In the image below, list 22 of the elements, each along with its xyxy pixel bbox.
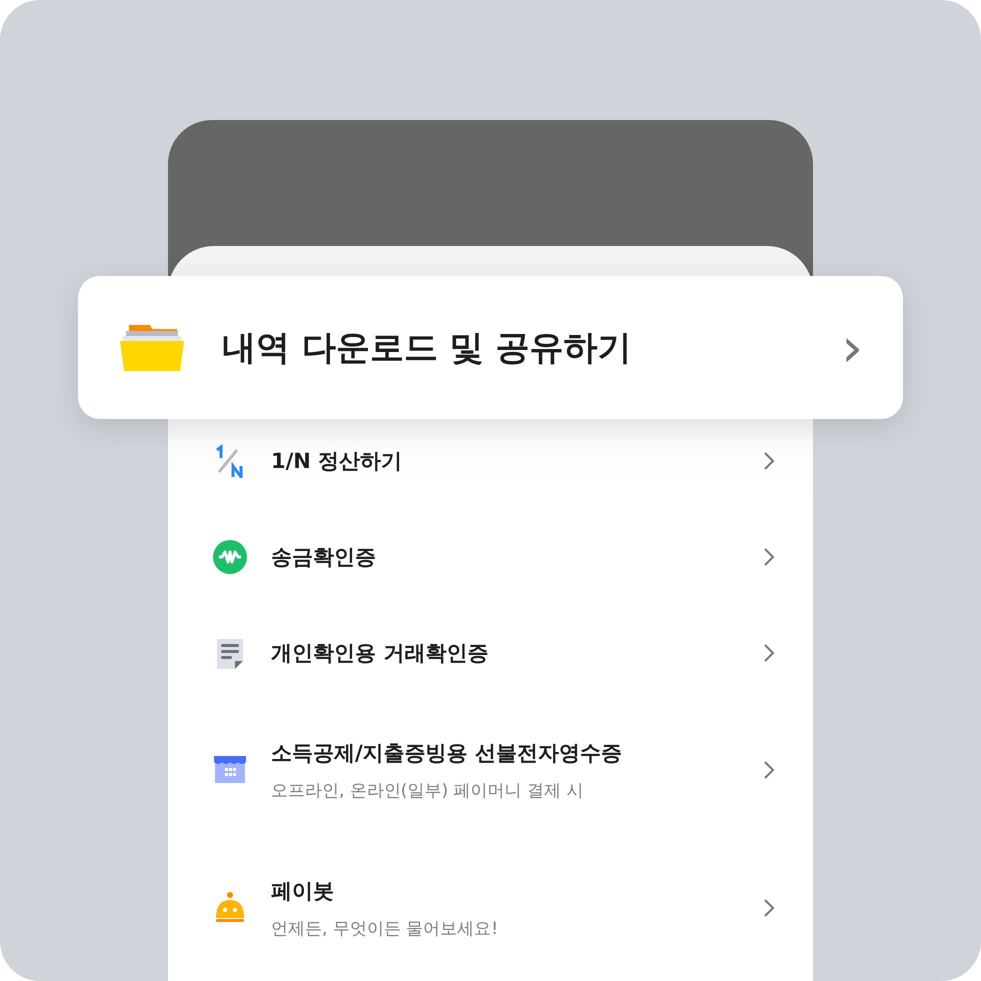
menu-subtitle: 언제든, 무엇이든 물어보세요! [271, 918, 500, 940]
menu-title: 1/N 정산하기 [271, 448, 404, 475]
featured-title: 내역 다운로드 및 공유하기 [222, 326, 633, 370]
chevron-right-icon: › [841, 320, 863, 374]
chevron-right-icon [763, 451, 775, 471]
menu-title: 소득공제/지출증빙용 선불전자영수증 [271, 740, 623, 766]
chevron-right-icon [763, 547, 775, 567]
won-icon [213, 540, 247, 574]
menu-item[interactable]: 개인확인용 거래확인증 [168, 605, 813, 701]
menu-item[interactable]: 페이봇 언제든, 무엇이든 물어보세요! [168, 839, 813, 977]
menu-title: 페이봇 [271, 878, 335, 904]
menu-item[interactable]: 송금확인증 [168, 509, 813, 605]
menu-title: 개인확인용 거래확인증 [271, 640, 490, 667]
chevron-right-icon [763, 643, 775, 663]
menu-title: 송금확인증 [271, 544, 377, 571]
robot-icon [213, 891, 247, 925]
chevron-right-icon [763, 760, 775, 780]
chevron-right-icon [763, 898, 775, 918]
menu-subtitle: 오프라인, 온라인(일부) 페이머니 결제 시 [271, 780, 584, 802]
featured-menu-card[interactable]: 내역 다운로드 및 공유하기 › [78, 276, 903, 419]
folder-icon [120, 322, 184, 372]
menu-item[interactable]: 소득공제/지출증빙용 선불전자영수증 오프라인, 온라인(일부) 페이머니 결제 시 [168, 701, 813, 839]
